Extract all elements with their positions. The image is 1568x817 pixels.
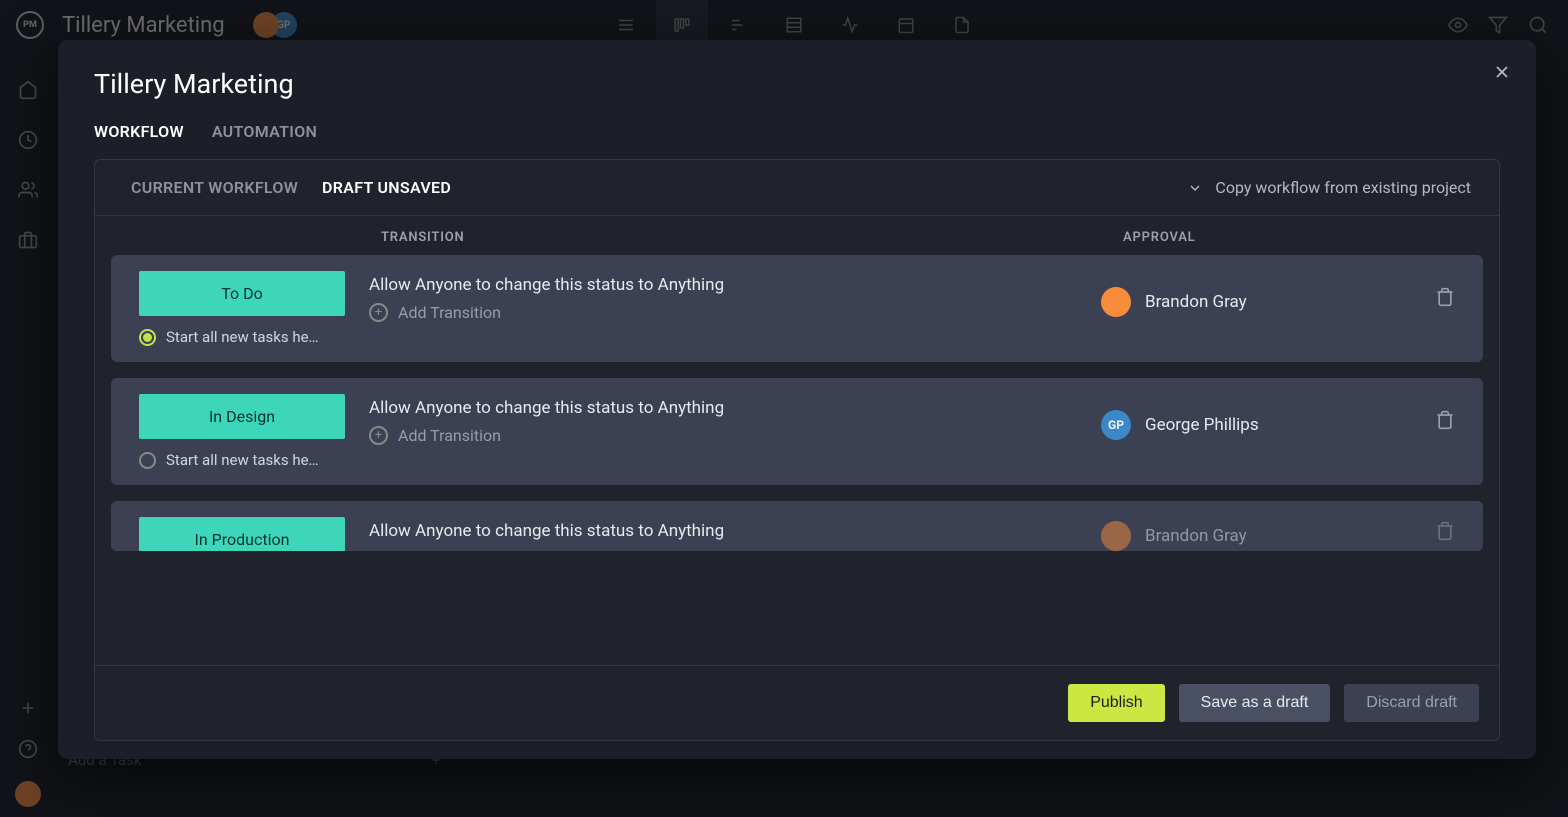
- approver-avatar-icon: GP: [1101, 410, 1131, 440]
- approver-name: George Phillips: [1145, 415, 1259, 435]
- bg-project-title: Tillery Marketing: [62, 13, 225, 38]
- row-transition-col: Allow Anyone to change this status to An…: [369, 517, 1077, 549]
- plus-circle-icon: +: [369, 303, 388, 322]
- add-transition-label: Add Transition: [398, 303, 501, 322]
- filter-icon: [1488, 15, 1508, 35]
- row-approval-col[interactable]: Brandon Gray: [1101, 271, 1401, 317]
- app-logo-icon: PM: [16, 11, 44, 39]
- subtab-draft[interactable]: DRAFT UNSAVED: [322, 178, 451, 197]
- transition-text: Allow Anyone to change this status to An…: [369, 521, 1077, 541]
- start-radio-row[interactable]: Start all new tasks he…: [139, 328, 345, 346]
- modal-tabs: WORKFLOW AUTOMATION: [58, 100, 1536, 159]
- approver-name: Brandon Gray: [1145, 526, 1247, 546]
- col-transition-header: TRANSITION: [381, 230, 1123, 245]
- col-approval-header: APPROVAL: [1123, 230, 1463, 245]
- column-headers: TRANSITION APPROVAL: [95, 216, 1499, 255]
- row-status-col: In Production: [139, 517, 345, 551]
- add-transition-button[interactable]: + Add Transition: [369, 426, 1077, 445]
- row-status-col: In Design Start all new tasks he…: [139, 394, 345, 469]
- add-transition-button[interactable]: + Add Transition: [369, 303, 1077, 322]
- delete-row-button[interactable]: [1425, 271, 1465, 307]
- home-icon: [18, 80, 38, 100]
- search-icon: [1528, 15, 1548, 35]
- chevron-down-icon: [1187, 180, 1203, 196]
- bg-sidebar: [0, 55, 56, 250]
- user-avatar-icon: [15, 781, 41, 807]
- workflow-rows: To Do Start all new tasks he… Allow Anyo…: [95, 255, 1499, 665]
- plus-circle-icon: +: [369, 426, 388, 445]
- row-transition-col: Allow Anyone to change this status to An…: [369, 394, 1077, 445]
- radio-selected-icon: [139, 329, 156, 346]
- users-icon: [18, 180, 38, 200]
- modal-header: Tillery Marketing: [58, 40, 1536, 100]
- briefcase-icon: [18, 230, 38, 250]
- workflow-panel: CURRENT WORKFLOW DRAFT UNSAVED Copy work…: [94, 159, 1500, 741]
- delete-row-button[interactable]: [1425, 394, 1465, 430]
- eye-icon: [1448, 15, 1468, 35]
- panel-header: CURRENT WORKFLOW DRAFT UNSAVED Copy work…: [95, 160, 1499, 216]
- row-approval-col[interactable]: Brandon Gray: [1101, 517, 1401, 551]
- add-transition-label: Add Transition: [398, 426, 501, 445]
- status-chip[interactable]: In Design: [139, 394, 345, 439]
- publish-button[interactable]: Publish: [1068, 684, 1164, 722]
- subtab-current[interactable]: CURRENT WORKFLOW: [131, 178, 298, 197]
- tab-automation[interactable]: AUTOMATION: [212, 122, 317, 141]
- bg-avatars: GP: [253, 12, 297, 38]
- workflow-row: To Do Start all new tasks he… Allow Anyo…: [111, 255, 1483, 362]
- status-chip[interactable]: To Do: [139, 271, 345, 316]
- bg-sidebar-bottom: [0, 699, 56, 807]
- approver-avatar-icon: [1101, 287, 1131, 317]
- workflow-modal: Tillery Marketing WORKFLOW AUTOMATION CU…: [58, 40, 1536, 759]
- modal-title: Tillery Marketing: [94, 68, 1500, 100]
- save-draft-button[interactable]: Save as a draft: [1179, 684, 1331, 722]
- row-status-col: To Do Start all new tasks he…: [139, 271, 345, 346]
- row-approval-col[interactable]: GP George Phillips: [1101, 394, 1401, 440]
- transition-text: Allow Anyone to change this status to An…: [369, 398, 1077, 418]
- panel-footer: Publish Save as a draft Discard draft: [95, 665, 1499, 740]
- radio-outline-icon: [139, 452, 156, 469]
- copy-workflow-link[interactable]: Copy workflow from existing project: [1187, 178, 1471, 197]
- approver-avatar-icon: [1101, 521, 1131, 551]
- copy-workflow-label: Copy workflow from existing project: [1215, 178, 1471, 197]
- start-radio-row[interactable]: Start all new tasks he…: [139, 451, 345, 469]
- avatar-icon: [253, 12, 279, 38]
- workflow-row: In Design Start all new tasks he… Allow …: [111, 378, 1483, 485]
- start-label: Start all new tasks he…: [166, 451, 319, 469]
- plus-icon: [19, 699, 37, 717]
- col-status-spacer: [131, 230, 381, 245]
- transition-text: Allow Anyone to change this status to An…: [369, 275, 1077, 295]
- workflow-row: In Production Allow Anyone to change thi…: [111, 501, 1483, 551]
- help-icon: [18, 739, 38, 759]
- tab-workflow[interactable]: WORKFLOW: [94, 122, 184, 141]
- panel-subtabs: CURRENT WORKFLOW DRAFT UNSAVED: [131, 178, 451, 197]
- approver-name: Brandon Gray: [1145, 292, 1247, 312]
- start-label: Start all new tasks he…: [166, 328, 319, 346]
- row-transition-col: Allow Anyone to change this status to An…: [369, 271, 1077, 322]
- close-button[interactable]: [1492, 62, 1512, 82]
- delete-row-button[interactable]: [1425, 517, 1465, 541]
- clock-icon: [18, 130, 38, 150]
- discard-draft-button[interactable]: Discard draft: [1344, 684, 1479, 722]
- status-chip[interactable]: In Production: [139, 517, 345, 551]
